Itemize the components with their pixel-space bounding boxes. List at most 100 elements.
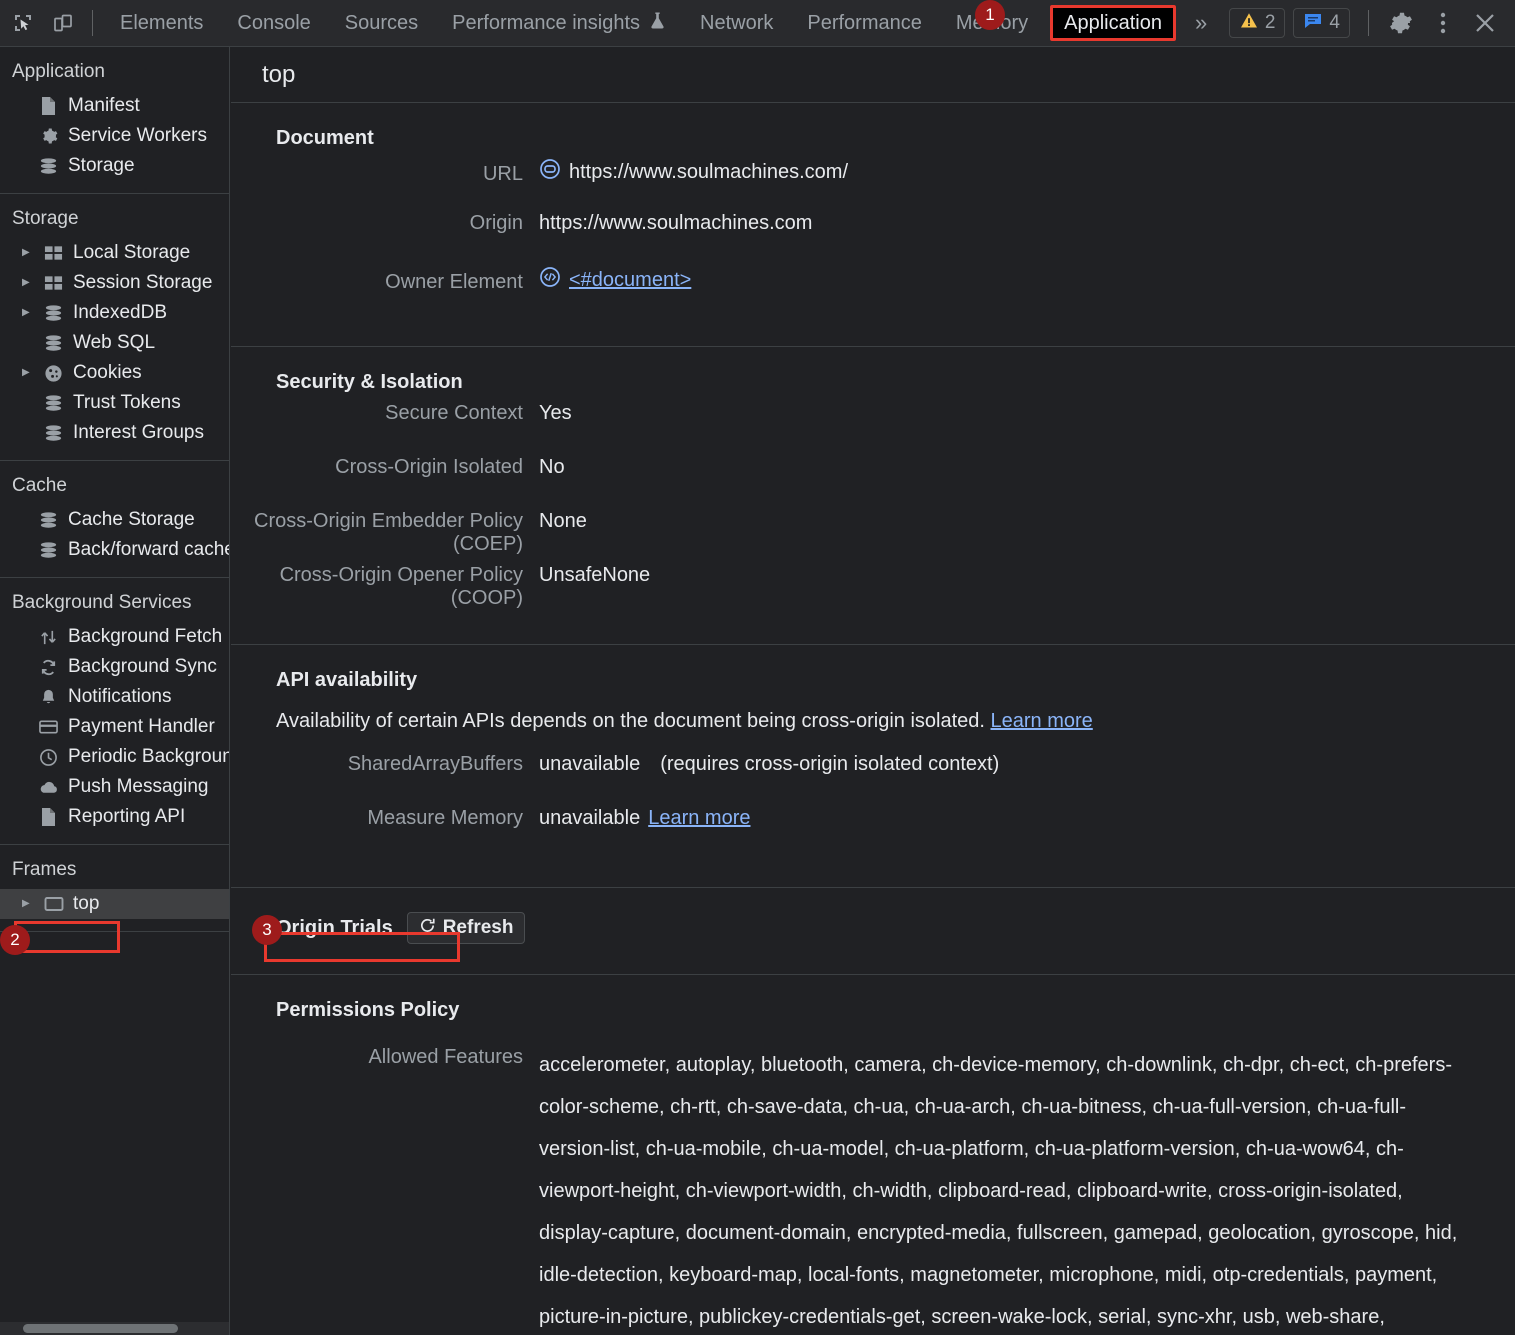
message-badge[interactable]: 4 (1293, 8, 1350, 38)
sidebar-item-reporting-api[interactable]: Reporting API (0, 802, 229, 832)
cross-origin-isolated-value: No (539, 456, 565, 478)
database-icon (38, 157, 59, 176)
sidebar-item-reporting-api-label: Reporting API (68, 806, 186, 827)
sidebar-horizontal-scrollbar[interactable] (0, 1322, 229, 1335)
more-tabs-icon[interactable]: » (1181, 0, 1221, 46)
tab-console-label: Console (237, 11, 311, 34)
sidebar-item-push-messaging[interactable]: Push Messaging (0, 772, 229, 802)
security-section-heading: Security & Isolation (276, 371, 463, 393)
message-count: 4 (1329, 12, 1340, 33)
chevron-right-icon[interactable]: ▶ (22, 248, 34, 258)
tab-console[interactable]: Console (220, 0, 327, 46)
document-url-row: URL https://www.soulmachines.com/ (231, 158, 1515, 212)
kebab-menu-icon[interactable] (1423, 3, 1463, 43)
sidebar-group-frames-title: Frames (12, 859, 77, 880)
api-description-learn-more-link[interactable]: Learn more (991, 710, 1093, 732)
sidebar-item-trust-tokens-label: Trust Tokens (73, 392, 181, 413)
cloud-icon (38, 780, 59, 795)
sidebar-item-back-forward-cache[interactable]: Back/forward cache (0, 535, 229, 565)
tab-sources[interactable]: Sources (328, 0, 435, 46)
database-icon (43, 304, 64, 323)
coep-label: Cross-Origin Embedder Policy (COEP) (254, 510, 523, 555)
device-toolbar-icon[interactable] (46, 6, 80, 40)
sidebar-item-background-fetch-label: Background Fetch (68, 626, 223, 647)
permissions-policy-section: Permissions Policy Allowed Features acce… (231, 975, 1515, 1335)
sharedarraybuffers-value-wrap: unavailable (requires cross-origin isola… (539, 753, 1515, 776)
sidebar-item-web-sql[interactable]: ▶ Web SQL (0, 328, 229, 358)
allowed-features-value: accelerometer, autoplay, bluetooth, came… (539, 1054, 1458, 1328)
sidebar-item-manifest[interactable]: Manifest (0, 91, 229, 121)
bell-icon (38, 688, 59, 707)
origin-trials-section: Origin Trials Refresh (231, 888, 1515, 975)
document-owner-link[interactable]: <#document> (569, 269, 691, 292)
devtools-tab-bar: Elements Console Sources Performance ins… (103, 0, 1221, 46)
database-icon (43, 394, 64, 413)
chevron-right-icon[interactable]: ▶ (22, 278, 34, 288)
sidebar-item-cache-storage[interactable]: Cache Storage (0, 505, 229, 535)
coop-label: Cross-Origin Opener Policy (COOP) (279, 564, 523, 609)
sidebar-item-interest-groups[interactable]: ▶ Interest Groups (0, 418, 229, 448)
document-owner-value-wrap: <#document> (539, 266, 1515, 294)
warning-count: 2 (1264, 12, 1276, 33)
measure-memory-learn-more-link[interactable]: Learn more (648, 807, 750, 830)
sharedarraybuffers-note: (requires cross-origin isolated context) (660, 753, 1000, 775)
clock-icon (38, 748, 59, 767)
chevron-right-icon[interactable]: ▶ (22, 308, 34, 318)
chevron-right-icon[interactable]: ▶ (22, 368, 34, 378)
document-origin-row: Origin https://www.soulmachines.com (231, 212, 1515, 266)
credit-card-icon (38, 719, 59, 735)
sidebar-item-session-storage[interactable]: ▶ Session Storage (0, 268, 229, 298)
permissions-policy-heading-wrap: Permissions Policy (231, 999, 1515, 1022)
document-section: Document URL https://www.soulmachines.co… (231, 103, 1515, 347)
sidebar-item-storage[interactable]: Storage (0, 151, 229, 181)
chevron-right-icon[interactable]: ▶ (22, 899, 34, 909)
arrows-updown-icon (38, 628, 59, 647)
measure-memory-label: Measure Memory (367, 807, 523, 829)
tab-performance[interactable]: Performance (790, 0, 939, 46)
tab-application[interactable]: Application (1050, 5, 1176, 41)
application-sidebar[interactable]: Application Manifest Service Workers Sto… (0, 47, 230, 1335)
frame-icon (43, 896, 64, 912)
sidebar-item-background-sync[interactable]: Background Sync (0, 652, 229, 682)
document-url-value[interactable]: https://www.soulmachines.com/ (569, 161, 848, 184)
sidebar-item-frames-top[interactable]: ▶ top (0, 889, 229, 919)
refresh-button-label: Refresh (442, 917, 514, 938)
sidebar-item-cookies[interactable]: ▶ Cookies (0, 358, 229, 388)
tab-performance-insights[interactable]: Performance insights (435, 0, 683, 46)
annotation-marker-2-label: 2 (10, 930, 20, 949)
inspect-cursor-icon[interactable] (6, 6, 40, 40)
document-owner-row: Owner Element <#document> (231, 266, 1515, 320)
warning-badge[interactable]: 2 (1228, 8, 1286, 38)
sidebar-item-trust-tokens[interactable]: ▶ Trust Tokens (0, 388, 229, 418)
document-icon (38, 807, 59, 827)
sidebar-item-payment-handler-label: Payment Handler (68, 716, 215, 737)
close-icon[interactable] (1465, 3, 1505, 43)
sidebar-group-storage-title: Storage (12, 208, 79, 229)
database-icon (43, 424, 64, 443)
security-row-coop: Cross-Origin Opener Policy (COOP) Unsafe… (231, 564, 1515, 618)
tab-network-label: Network (700, 11, 774, 34)
gear-icon[interactable] (1381, 3, 1421, 43)
sidebar-item-indexeddb[interactable]: ▶ IndexedDB (0, 298, 229, 328)
sidebar-item-background-fetch[interactable]: Background Fetch (0, 622, 229, 652)
sidebar-group-application-title: Application (12, 61, 105, 82)
sidebar-item-payment-handler[interactable]: Payment Handler (0, 712, 229, 742)
security-isolation-section: Security & Isolation Secure Context Yes … (231, 347, 1515, 645)
measure-memory-value-wrap: unavailable Learn more (539, 807, 1515, 830)
tab-elements[interactable]: Elements (103, 0, 220, 46)
sync-icon (38, 658, 59, 677)
sidebar-item-notifications[interactable]: Notifications (0, 682, 229, 712)
sidebar-item-manifest-label: Manifest (68, 95, 140, 116)
tab-network[interactable]: Network (683, 0, 790, 46)
sidebar-item-storage-label: Storage (68, 155, 135, 176)
sidebar-item-local-storage-label: Local Storage (73, 242, 191, 263)
refresh-button[interactable]: Refresh (406, 912, 526, 944)
sidebar-item-service-workers[interactable]: Service Workers (0, 121, 229, 151)
sidebar-item-local-storage[interactable]: ▶ Local Storage (0, 238, 229, 268)
sharedarraybuffers-value: unavailable (539, 753, 641, 775)
scrollbar-thumb[interactable] (23, 1324, 178, 1333)
sidebar-item-periodic-background[interactable]: Periodic Background (0, 742, 229, 772)
coep-value: None (539, 510, 587, 532)
document-icon (38, 96, 59, 116)
sidebar-group-background-services-title: Background Services (12, 592, 192, 613)
